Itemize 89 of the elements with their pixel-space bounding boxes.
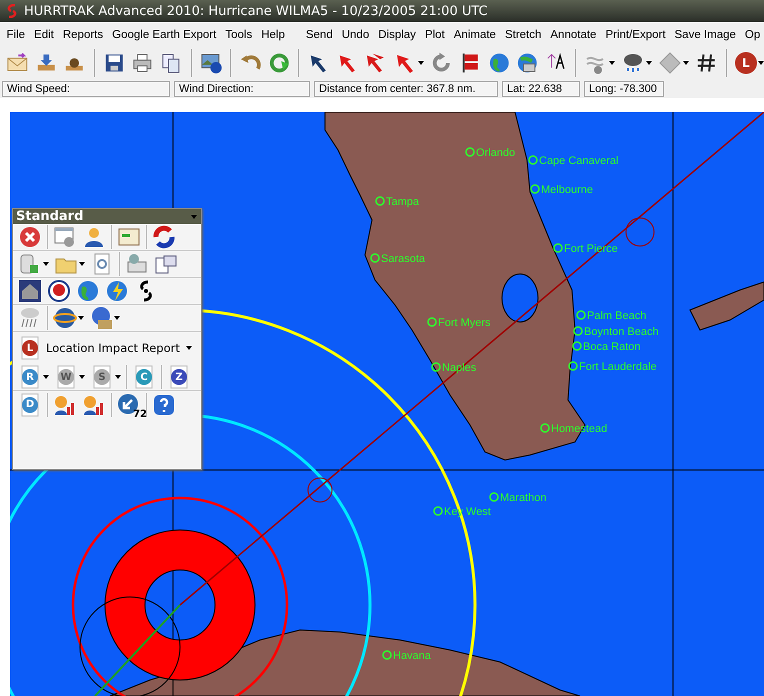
menu-item[interactable]: Animate: [449, 29, 500, 41]
close-icon[interactable]: [18, 225, 42, 249]
track-point-circle: [626, 218, 654, 246]
status-field: Wind Speed:: [2, 81, 170, 97]
caret-icon[interactable]: [186, 346, 192, 350]
globe-orbit-icon[interactable]: [53, 306, 77, 330]
status-field: Wind Direction:: [174, 81, 310, 97]
location-impact-report-button[interactable]: L Location Impact Report: [18, 336, 180, 360]
city-label: Fort Myers: [438, 317, 491, 329]
city-label: Palm Beach: [587, 310, 646, 322]
status-field: Distance from center: 367.8 nm.: [314, 81, 498, 97]
city-marker: [489, 492, 499, 502]
menu-item[interactable]: Send: [301, 29, 338, 41]
city-label: Melbourne: [541, 184, 593, 196]
menu-item[interactable]: Google Earth Export: [108, 29, 221, 41]
city-marker: [540, 423, 550, 433]
globe-lightning-icon[interactable]: [105, 279, 129, 303]
caret-icon[interactable]: [609, 61, 616, 65]
city-marker: [572, 341, 582, 351]
menu-item[interactable]: Annotate: [546, 29, 601, 41]
menu-item[interactable]: Tools: [220, 29, 257, 41]
caret-icon[interactable]: [646, 61, 652, 65]
city-label: Sarasota: [381, 253, 426, 265]
city-marker: [370, 253, 380, 263]
menu-item[interactable]: Edit: [30, 29, 58, 41]
caret-icon[interactable]: [683, 61, 690, 65]
city-marker: [433, 506, 443, 516]
menu-item[interactable]: Stretch: [500, 29, 546, 41]
city-label: Boynton Beach: [584, 326, 659, 338]
caret-icon[interactable]: [79, 262, 85, 266]
city-marker: [553, 243, 563, 253]
house-icon[interactable]: [18, 279, 42, 303]
city-label: Tampa: [386, 196, 420, 208]
menu-item[interactable]: Undo: [337, 29, 374, 41]
city-marker: [576, 310, 586, 320]
city-label: Cape Canaveral: [539, 155, 618, 167]
window-title: HURRTRAK Advanced 2010: Hurricane WILMA5 - 10/23/2005 21:00 UTC: [24, 4, 488, 18]
menu-item[interactable]: Print/Export: [600, 29, 670, 41]
city-label: Marathon: [500, 492, 546, 504]
status-field: Lat: 22.638: [502, 81, 580, 97]
caret-icon[interactable]: [78, 316, 84, 320]
caret-icon[interactable]: [418, 61, 424, 65]
redo-icon[interactable]: [268, 51, 290, 75]
rain-cloud-icon[interactable]: [18, 306, 42, 330]
caret-icon[interactable]: [79, 375, 85, 379]
badge-text: 72: [133, 408, 147, 420]
globe-building-icon[interactable]: [516, 51, 539, 75]
caret-icon[interactable]: [115, 375, 121, 379]
menu-item[interactable]: Help: [256, 29, 290, 41]
city-marker: [530, 184, 540, 194]
menu-item[interactable]: File: [2, 29, 30, 41]
menu-item[interactable]: Save Image: [670, 29, 740, 41]
city-marker: [382, 650, 392, 660]
city-label: Havana: [393, 650, 431, 662]
window-settings-icon[interactable]: [53, 225, 77, 249]
sync-icon[interactable]: [152, 225, 176, 249]
menu-item[interactable]: Display: [374, 29, 420, 41]
picture-globe-icon[interactable]: [200, 51, 222, 75]
city-marker: [528, 155, 538, 165]
caret-icon[interactable]: [43, 375, 49, 379]
caret-icon[interactable]: [43, 262, 49, 266]
city-marker: [431, 362, 441, 372]
status-field: Long: -78.300: [584, 81, 664, 97]
caret-icon[interactable]: [758, 61, 764, 65]
emblem-icon[interactable]: [47, 279, 71, 303]
menu-item[interactable]: Plot: [420, 29, 450, 41]
city-label: Naples: [442, 362, 476, 374]
city-marker: [375, 196, 385, 206]
help-icon[interactable]: [152, 392, 176, 416]
track-point-circle: [308, 478, 332, 502]
globe-icon[interactable]: [76, 279, 100, 303]
hurricane-icon: [6, 4, 18, 18]
letter-ball-icon[interactable]: L: [734, 52, 757, 74]
panel-title: Standard: [16, 209, 84, 224]
city-marker: [465, 147, 475, 157]
print-icon[interactable]: [131, 51, 154, 75]
city-marker: [427, 317, 437, 327]
globe-file-icon[interactable]: [89, 306, 113, 330]
city-label: Orlando: [476, 147, 516, 159]
menu-item[interactable]: Reports: [58, 29, 108, 41]
menu-item[interactable]: Op: [740, 29, 764, 41]
city-label: Boca Raton: [583, 341, 640, 353]
lake: [502, 274, 538, 322]
city-label: Fort Lauderdale: [579, 361, 657, 373]
caret-icon[interactable]: [114, 316, 120, 320]
city-marker: [573, 326, 583, 336]
globe-icon[interactable]: [488, 51, 510, 75]
person-icon[interactable]: [82, 225, 106, 249]
city-marker: [568, 361, 578, 371]
